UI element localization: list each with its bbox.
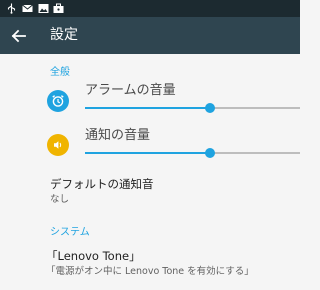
page-title: 設定 (50, 27, 78, 43)
section-header-general: 全般 (50, 67, 70, 78)
slider-fill (85, 152, 210, 154)
section-header-system: システム (50, 227, 90, 238)
lenovo-tone-title: 「Lenovo Tone」 (46, 249, 141, 263)
alarm-clock-icon (47, 90, 69, 112)
status-bar (0, 0, 300, 17)
alarm-volume-slider[interactable] (85, 102, 300, 114)
briefcase-icon (53, 3, 64, 13)
notification-volume-slider[interactable] (85, 147, 300, 159)
alarm-volume-label: アラームの音量 (85, 83, 176, 98)
slider-thumb[interactable] (204, 103, 215, 113)
settings-list: 全般 アラームの音量 通知の音量 デフォルトの通知音 なし システム 「Leno… (0, 54, 300, 290)
default-ringtone-summary: なし (50, 194, 70, 205)
alarm-icon-badge (47, 90, 69, 112)
lenovo-tone-summary: 「電源がオン中に Lenovo Tone を有効にする」 (46, 266, 254, 277)
slider-thumb[interactable] (204, 148, 215, 158)
image-icon (38, 4, 49, 13)
arrow-left-icon[interactable] (9, 26, 29, 46)
mail-icon (22, 4, 33, 12)
speaker-icon (47, 134, 69, 156)
default-ringtone-title: デフォルトの通知音 (50, 177, 154, 191)
slider-fill (85, 107, 210, 109)
notification-icon-badge (47, 134, 69, 156)
app-bar: 設定 (0, 17, 300, 54)
usb-icon (7, 3, 16, 14)
notification-volume-label: 通知の音量 (85, 128, 151, 143)
